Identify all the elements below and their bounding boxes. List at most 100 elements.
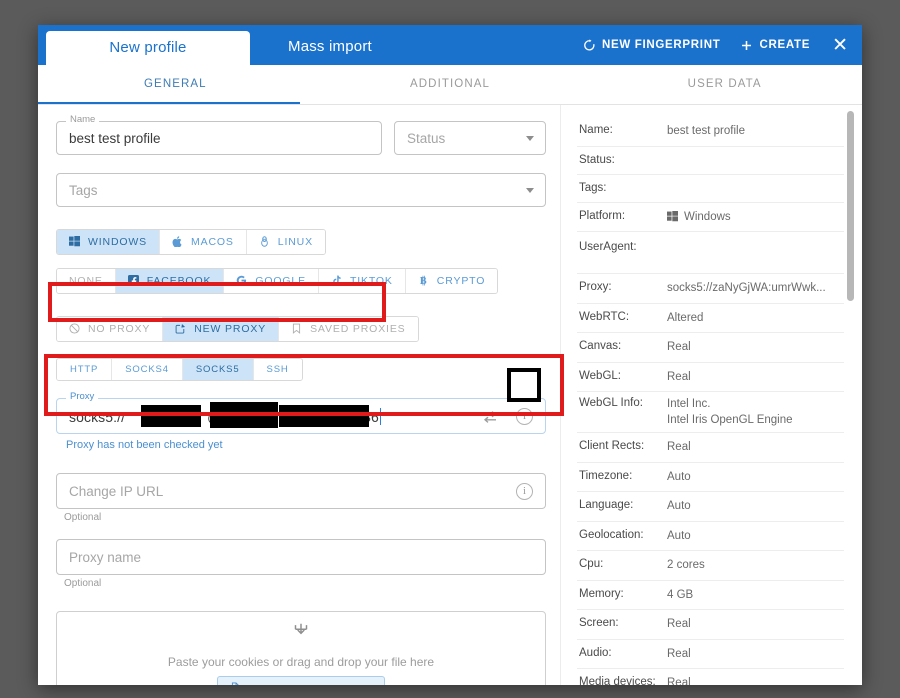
new-fingerprint-button[interactable]: NEW FINGERPRINT xyxy=(583,38,721,52)
tab-user-data[interactable]: USER DATA xyxy=(587,65,862,104)
swap-icon[interactable] xyxy=(481,408,499,426)
tab-mass-import[interactable]: Mass import xyxy=(266,31,394,65)
change-ip-url-input[interactable]: Change IP URL i xyxy=(56,473,546,509)
detail-value: Real xyxy=(667,647,691,660)
os-option-windows-label: WINDOWS xyxy=(88,236,148,248)
proxy-name-input[interactable]: Proxy name xyxy=(56,539,546,575)
detail-row: Geolocation: Auto xyxy=(577,522,844,552)
detail-value: Intel Inc. Intel Iris OpenGL Engine xyxy=(667,398,793,426)
summary-scrollbar-thumb[interactable] xyxy=(847,111,854,301)
os-option-linux[interactable]: LINUX xyxy=(246,230,325,254)
os-option-windows[interactable]: WINDOWS xyxy=(57,230,161,254)
protocol-option-http[interactable]: HTTP xyxy=(57,359,113,380)
site-option-none[interactable]: NONE xyxy=(57,269,116,293)
active-tab-indicator xyxy=(38,102,300,104)
detail-row: Platform: Windows xyxy=(577,203,844,233)
profile-details-list: Name: best test profile Status: Tags: Platfo… xyxy=(561,117,844,685)
detail-key: WebRTC: xyxy=(579,310,630,323)
proxy-name-placeholder: Proxy name xyxy=(69,550,142,565)
no-proxy-icon xyxy=(69,322,82,336)
profile-summary-pane: Name: best test profile Status: Tags: Platfo… xyxy=(560,105,862,685)
dialog-titlebar: New profile Mass import NEW FINGERPRINT xyxy=(38,25,862,65)
detail-row: UserAgent: xyxy=(577,232,844,275)
detail-key: Media devices: xyxy=(579,676,656,685)
detail-row: Media devices: Real xyxy=(577,669,844,685)
detail-row: Status: xyxy=(577,147,844,175)
proxy-input[interactable]: Proxy socks5://@45836 i xyxy=(56,392,546,434)
detail-row: WebGL Info: Intel Inc. Intel Iris OpenGL … xyxy=(577,392,844,434)
tags-select[interactable]: Tags xyxy=(56,173,546,207)
detail-key: WebGL Info: xyxy=(579,397,643,410)
site-option-tiktok[interactable]: TIKTOK xyxy=(318,269,406,293)
proxy-kind-new-proxy-label: NEW PROXY xyxy=(194,323,267,335)
tab-general[interactable]: GENERAL xyxy=(38,65,313,104)
name-status-row: Name best test profile Status xyxy=(56,115,546,155)
detail-value: Auto xyxy=(667,500,691,513)
tab-additional[interactable]: ADDITIONAL xyxy=(313,65,588,104)
detail-row: Timezone: Auto xyxy=(577,463,844,493)
proxy-kind-new-proxy[interactable]: NEW PROXY xyxy=(163,317,280,341)
screen: New profile Mass import NEW FINGERPRINT xyxy=(0,0,900,698)
windows-icon xyxy=(69,235,82,249)
tab-new-profile-label: New profile xyxy=(109,39,187,56)
detail-key: Platform: xyxy=(579,209,626,222)
protocol-option-socks4[interactable]: SOCKS4 xyxy=(112,359,183,380)
dialog-body: Name best test profile Status Tags WINDO… xyxy=(38,105,862,685)
refresh-icon xyxy=(583,38,596,52)
os-option-linux-label: LINUX xyxy=(277,236,313,248)
cookies-dropzone[interactable]: Paste your cookies or drag and drop your… xyxy=(56,611,546,685)
detail-row: Name: best test profile xyxy=(577,117,844,147)
create-button[interactable]: CREATE xyxy=(740,39,810,52)
bookmark-icon xyxy=(291,323,304,336)
detail-key: Client Rects: xyxy=(579,440,645,453)
plus-icon xyxy=(740,39,753,52)
tiktok-icon xyxy=(331,275,344,288)
proxy-kind-no-proxy-label: NO PROXY xyxy=(88,323,151,335)
apple-icon xyxy=(172,235,185,249)
proxy-kind-saved-proxies-label: SAVED PROXIES xyxy=(310,323,406,335)
detail-row: Audio: Real xyxy=(577,640,844,670)
detail-value: Real xyxy=(667,341,691,354)
detail-key: Language: xyxy=(579,499,634,512)
cookies-from-file-button[interactable]: COOKIES FROM FILE xyxy=(216,676,386,685)
bitcoin-icon: B xyxy=(418,275,431,288)
detail-value: 4 GB xyxy=(667,588,694,601)
svg-text:B: B xyxy=(420,276,428,286)
detail-key: Audio: xyxy=(579,646,612,659)
tab-new-profile[interactable]: New profile xyxy=(46,31,250,65)
summary-scrollbar-track[interactable] xyxy=(847,105,858,685)
detail-row: Language: Auto xyxy=(577,492,844,522)
site-toggle-group: NONE FACEBOOK GOOGLE TIKTOK B CRYPTO xyxy=(56,268,499,294)
detail-key: WebGL: xyxy=(579,369,621,382)
chevron-down-icon xyxy=(526,188,534,193)
change-ip-url-placeholder: Change IP URL xyxy=(69,484,164,499)
protocol-option-ssh[interactable]: SSH xyxy=(253,359,302,380)
status-select[interactable]: Status xyxy=(394,121,546,155)
site-option-google[interactable]: GOOGLE xyxy=(224,269,319,293)
os-option-macos[interactable]: MACOS xyxy=(160,230,247,254)
proxy-kind-saved-proxies[interactable]: SAVED PROXIES xyxy=(279,317,418,341)
detail-key: Cpu: xyxy=(579,558,604,571)
redaction-host xyxy=(279,405,369,427)
close-icon[interactable]: ✕ xyxy=(830,36,852,55)
protocol-toggle-group: HTTP SOCKS4 SOCKS5 SSH xyxy=(56,358,303,381)
site-option-crypto[interactable]: B CRYPTO xyxy=(405,269,498,293)
download-box-icon xyxy=(290,621,312,648)
protocol-row: HTTP SOCKS4 SOCKS5 SSH xyxy=(56,358,546,381)
os-option-macos-label: MACOS xyxy=(191,236,234,248)
redaction-username xyxy=(141,405,201,427)
change-ip-info-icon[interactable]: i xyxy=(516,483,533,500)
detail-value: Auto xyxy=(667,529,691,542)
site-group-row: NONE FACEBOOK GOOGLE TIKTOK B CRYPTO xyxy=(56,268,546,294)
proxy-kind-no-proxy[interactable]: NO PROXY xyxy=(57,317,164,341)
section-tabs: GENERAL ADDITIONAL USER DATA xyxy=(38,65,862,105)
detail-key: Timezone: xyxy=(579,469,633,482)
detail-key: UserAgent: xyxy=(579,241,637,254)
detail-key: Proxy: xyxy=(579,281,612,294)
name-field[interactable]: Name best test profile xyxy=(56,115,382,155)
site-option-facebook[interactable]: FACEBOOK xyxy=(115,269,225,293)
protocol-option-socks5[interactable]: SOCKS5 xyxy=(182,359,254,380)
proxy-info-icon[interactable]: i xyxy=(516,408,533,425)
detail-value: 2 cores xyxy=(667,559,705,572)
new-fingerprint-label: NEW FINGERPRINT xyxy=(601,39,721,51)
